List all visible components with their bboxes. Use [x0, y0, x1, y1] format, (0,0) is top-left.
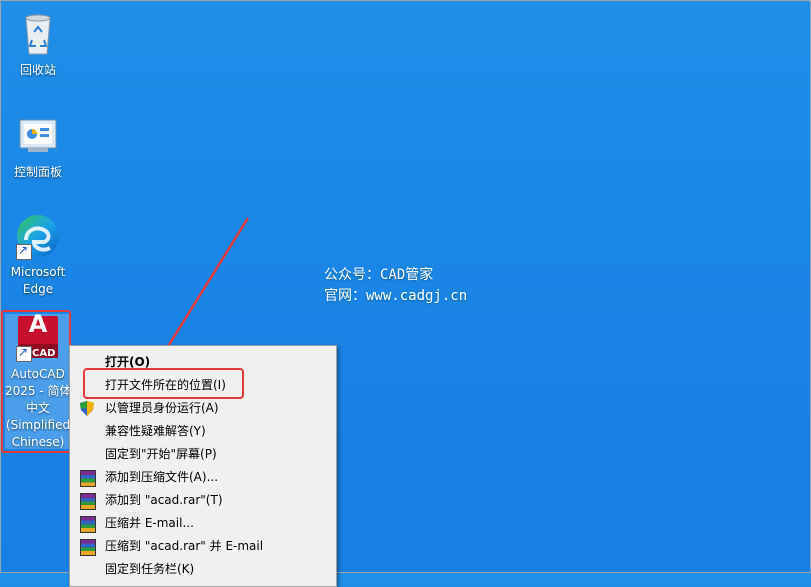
menu-item-compress-acad-rar-email[interactable]: 压缩到 "acad.rar" 并 E-mail	[70, 535, 336, 558]
uac-shield-icon	[80, 401, 96, 417]
menu-item-add-to-archive[interactable]: 添加到压缩文件(A)...	[70, 466, 336, 489]
open-location-highlight-box	[83, 368, 244, 399]
menu-item-add-to-acad-rar[interactable]: 添加到 "acad.rar"(T)	[70, 489, 336, 512]
menu-item-compatibility-troubleshoot[interactable]: 兼容性疑难解答(Y)	[70, 420, 336, 443]
winrar-icon	[80, 470, 96, 487]
menu-item-pin-to-start[interactable]: 固定到"开始"屏幕(P)	[70, 443, 336, 466]
menu-item-compress-email[interactable]: 压缩并 E-mail...	[70, 512, 336, 535]
winrar-icon	[80, 516, 96, 533]
menu-item-run-as-admin[interactable]: 以管理员身份运行(A)	[70, 397, 336, 420]
menu-item-pin-to-taskbar[interactable]: 固定到任务栏(K)	[70, 558, 336, 581]
winrar-icon	[80, 493, 96, 510]
winrar-icon	[80, 539, 96, 556]
